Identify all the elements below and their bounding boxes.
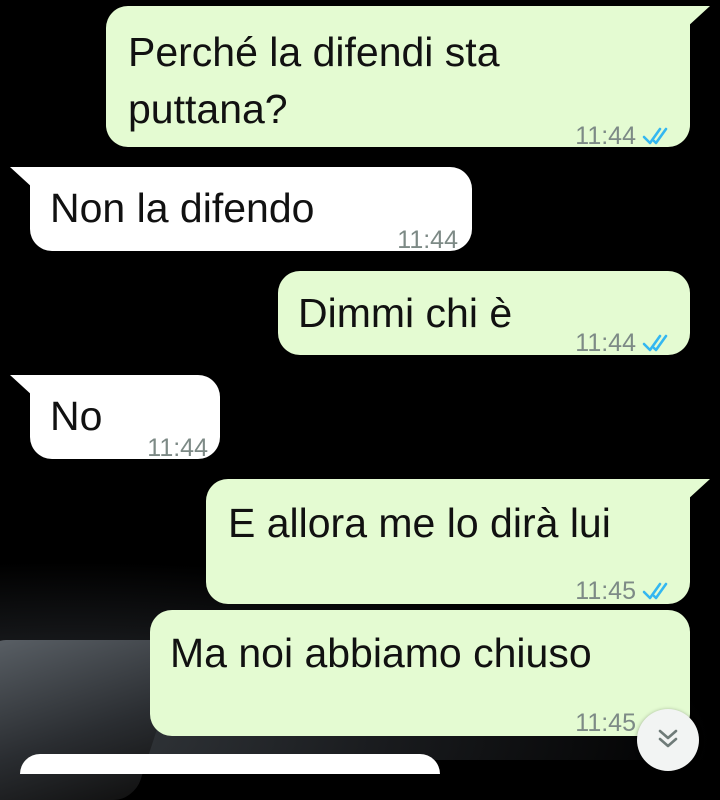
bubble-tail xyxy=(686,6,710,28)
message-meta: 11:44 xyxy=(397,214,458,266)
double-check-icon xyxy=(642,582,668,600)
message-text: Perché la difendi sta xyxy=(128,29,500,75)
message-meta: 11:44 xyxy=(575,317,674,369)
message-text: E allora me lo dirà lui xyxy=(228,500,611,546)
double-chevron-down-icon xyxy=(658,729,678,748)
message-text: Non la difendo xyxy=(50,185,315,231)
message-bubble-incoming[interactable]: Non la difendo 11:44 xyxy=(10,167,472,254)
message-time: 11:44 xyxy=(575,122,636,150)
message-bubble-outgoing[interactable]: Dimmi chi è 11:44 xyxy=(278,271,690,357)
message-bubble-outgoing[interactable]: Perché la difendi sta puttana? 11:44 xyxy=(106,6,710,150)
message-text: No xyxy=(50,393,103,439)
message-text: puttana? xyxy=(128,86,288,132)
message-time: 11:45 xyxy=(575,709,636,737)
scroll-to-bottom-button[interactable] xyxy=(637,709,699,771)
message-meta: 11:44 xyxy=(147,422,208,474)
message-bubble-incoming[interactable]: No 11:44 xyxy=(10,375,220,462)
bubble-tail xyxy=(10,167,34,189)
message-time: 11:44 xyxy=(147,434,208,462)
message-text: Dimmi chi è xyxy=(298,290,513,336)
double-check-icon xyxy=(642,127,668,145)
message-meta: 11:44 xyxy=(575,110,674,162)
message-bubble-incoming-partial[interactable] xyxy=(20,754,440,774)
message-time: 11:44 xyxy=(397,226,458,254)
message-bubble-outgoing[interactable]: Ma noi abbiamo chiuso 11:45 xyxy=(150,610,690,737)
message-text: Ma noi abbiamo chiuso xyxy=(170,630,592,676)
bubble-tail xyxy=(686,479,710,501)
message-time: 11:44 xyxy=(575,329,636,357)
bubble-tail xyxy=(10,375,34,397)
double-check-icon xyxy=(642,334,668,352)
message-bubble-outgoing[interactable]: E allora me lo dirà lui 11:45 xyxy=(206,479,710,605)
